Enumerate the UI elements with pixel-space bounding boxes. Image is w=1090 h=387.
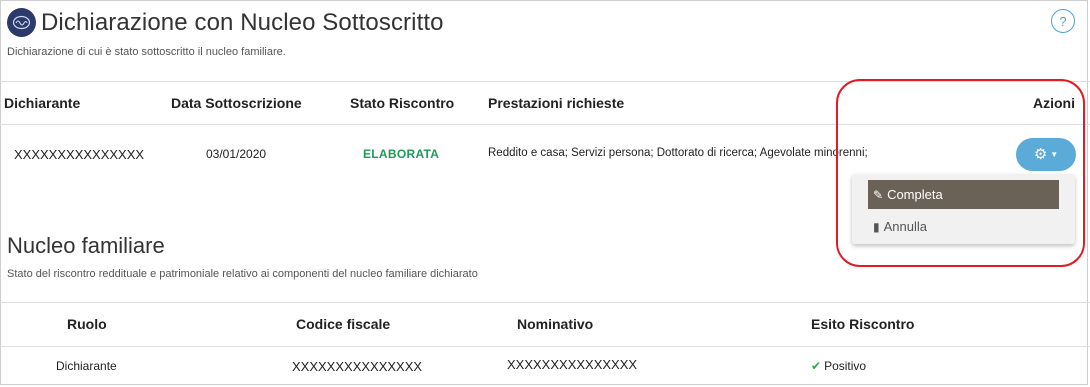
divider — [0, 302, 1090, 303]
cell-ruolo: Dichiarante — [56, 359, 117, 373]
help-icon[interactable]: ? — [1051, 9, 1075, 33]
trash-icon: ▮ — [873, 219, 880, 234]
family-signature-icon — [7, 8, 36, 37]
column-header-azioni: Azioni — [1033, 95, 1075, 111]
page-title: Dichiarazione con Nucleo Sottoscritto — [41, 8, 444, 36]
status-badge: ELABORATA — [363, 147, 440, 161]
menu-item-label: Completa — [887, 187, 943, 202]
menu-item-annulla[interactable]: ▮ Annulla — [868, 212, 1059, 241]
cell-codice-fiscale: XXXXXXXXXXXXXXX — [292, 359, 423, 374]
cell-prestazioni: Reddito e casa; Servizi persona; Dottora… — [488, 147, 868, 159]
menu-item-completa[interactable]: ✎ Completa — [868, 180, 1059, 209]
panel-header: Dichiarazione con Nucleo Sottoscritto — [7, 8, 444, 37]
column-header-stato-riscontro: Stato Riscontro — [350, 95, 455, 111]
column-header-prestazioni: Prestazioni richieste — [488, 95, 625, 111]
cell-esito: ✔ Positivo — [811, 359, 866, 373]
esito-label: Positivo — [824, 359, 867, 373]
cell-nominativo: XXXXXXXXXXXXXXX — [507, 357, 638, 372]
section-title: Nucleo familiare — [7, 233, 165, 258]
column-header-dichiarante: Dichiarante — [4, 95, 81, 111]
page-subtitle: Dichiarazione di cui è stato sottoscritt… — [7, 46, 286, 58]
column-header-nominativo: Nominativo — [517, 316, 594, 332]
section-subtitle: Stato del riscontro reddituale e patrimo… — [7, 268, 478, 280]
column-header-data-sottoscrizione: Data Sottoscrizione — [171, 95, 302, 111]
column-header-esito-riscontro: Esito Riscontro — [811, 316, 915, 332]
edit-icon: ✎ — [873, 187, 884, 202]
menu-item-label: Annulla — [883, 219, 927, 234]
column-header-ruolo: Ruolo — [67, 316, 107, 332]
actions-button[interactable]: ⚙ ▼ — [1016, 138, 1076, 171]
actions-dropdown-menu: ✎ Completa ▮ Annulla — [852, 174, 1075, 244]
check-icon: ✔ — [811, 359, 822, 373]
divider — [0, 81, 1090, 82]
divider — [0, 124, 1090, 125]
cell-data-sottoscrizione: 03/01/2020 — [206, 147, 267, 161]
chevron-down-icon: ▼ — [1050, 150, 1059, 159]
cell-dichiarante: XXXXXXXXXXXXXXX — [14, 147, 145, 162]
gear-icon: ⚙ — [1033, 146, 1048, 163]
column-header-codice-fiscale: Codice fiscale — [296, 316, 391, 332]
divider — [0, 346, 1090, 347]
